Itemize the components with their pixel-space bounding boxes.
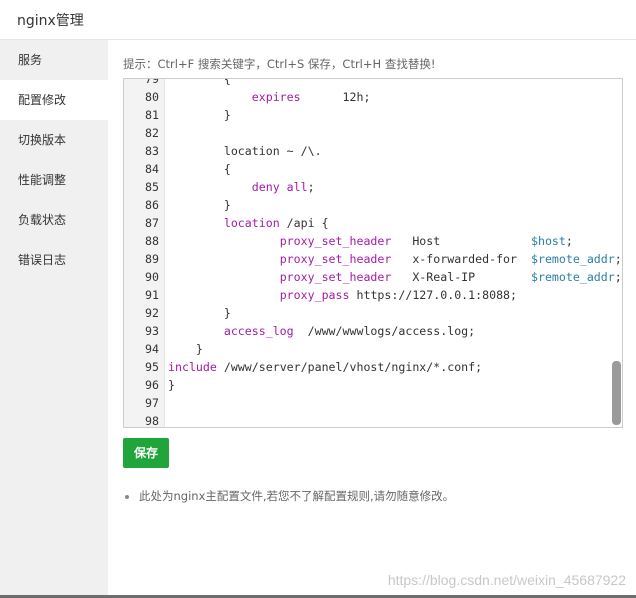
code-line[interactable]: 97 xyxy=(124,394,622,412)
line-number: 88 xyxy=(145,234,159,248)
code-lines[interactable]: 79 {80 expires 12h; 81 } 82 83 location ~ /… xyxy=(124,78,622,428)
line-code: } xyxy=(168,378,175,392)
line-code: proxy_pass https://127.0.0.1:8088; xyxy=(279,288,518,302)
line-code: } xyxy=(168,342,203,356)
window-title: nginx管理 xyxy=(17,13,84,29)
editor-scrollbar[interactable] xyxy=(612,361,621,425)
code-line[interactable]: 85 deny all; xyxy=(124,178,622,196)
code-line[interactable]: 90 proxy_set_header X-Real-IP $remote_ad… xyxy=(124,268,622,286)
code-line[interactable]: 86 } xyxy=(124,196,622,214)
main-panel: 提示：Ctrl+F 搜索关键字，Ctrl+S 保存，Ctrl+H 查找替换! 7… xyxy=(108,40,636,598)
code-line[interactable]: 92 } xyxy=(124,304,622,322)
line-code: expires 12h; xyxy=(251,90,371,104)
line-number: 90 xyxy=(145,270,159,284)
line-number: 91 xyxy=(145,288,159,302)
line-number: 97 xyxy=(145,396,159,410)
line-number: 93 xyxy=(145,324,159,338)
sidebar-item-load-status[interactable]: 负载状态 xyxy=(0,200,108,240)
code-line[interactable]: 82 xyxy=(124,124,622,142)
line-code: { xyxy=(168,78,231,86)
config-note: 此处为nginx主配置文件,若您不了解配置规则,请勿随意修改。 xyxy=(125,488,454,504)
config-note-text: 此处为nginx主配置文件,若您不了解配置规则,请勿随意修改。 xyxy=(139,489,455,503)
line-code: access_log /www/wwwlogs/access.log; xyxy=(223,324,476,338)
sidebar-item-performance[interactable]: 性能调整 xyxy=(0,160,108,200)
sidebar-item-service[interactable]: 服务 xyxy=(0,40,108,80)
code-line[interactable]: 88 proxy_set_header Host $host; xyxy=(124,232,622,250)
code-line[interactable]: 87 location /api { xyxy=(124,214,622,232)
line-number: 98 xyxy=(145,414,159,428)
line-number: 81 xyxy=(145,108,159,122)
code-line[interactable]: 89 proxy_set_header x-forwarded-for $rem… xyxy=(124,250,622,268)
line-number: 85 xyxy=(145,180,159,194)
line-code: include /www/server/panel/vhost/nginx/*.… xyxy=(168,360,483,374)
line-code: location /api { xyxy=(223,216,329,230)
line-code: proxy_set_header x-forwarded-for $remote… xyxy=(279,252,622,266)
editor-tip: 提示：Ctrl+F 搜索关键字，Ctrl+S 保存，Ctrl+H 查找替换! xyxy=(123,57,436,71)
line-number: 86 xyxy=(145,198,159,212)
code-line[interactable]: 79 { xyxy=(124,78,622,88)
code-line[interactable]: 98 xyxy=(124,412,622,428)
line-number: 96 xyxy=(145,378,159,392)
line-code: location ~ /\. xyxy=(168,144,322,158)
save-button[interactable]: 保存 xyxy=(123,438,169,468)
line-number: 83 xyxy=(145,144,159,158)
bullet-icon xyxy=(125,494,129,499)
window-titlebar: nginx管理 xyxy=(0,0,636,40)
line-number: 92 xyxy=(145,306,159,320)
code-editor[interactable]: 79 {80 expires 12h; 81 } 82 83 location ~ /… xyxy=(123,78,623,428)
line-number: 79 xyxy=(145,78,159,86)
line-code: proxy_set_header Host $host; xyxy=(279,234,573,248)
line-code: proxy_set_header X-Real-IP $remote_addr; xyxy=(279,270,622,284)
sidebar-item-error-log[interactable]: 错误日志 xyxy=(0,240,108,280)
line-number: 80 xyxy=(145,90,159,104)
line-code: deny all; xyxy=(251,180,315,194)
code-line[interactable]: 84 { xyxy=(124,160,622,178)
code-line[interactable]: 81 } xyxy=(124,106,622,124)
code-line[interactable]: 95 include /www/server/panel/vhost/nginx/… xyxy=(124,358,622,376)
code-line[interactable]: 83 location ~ /\. xyxy=(124,142,622,160)
code-line[interactable]: 96} xyxy=(124,376,622,394)
sidebar-item-config[interactable]: 配置修改 xyxy=(0,80,108,120)
code-line[interactable]: 93 access_log /www/wwwlogs/access.log; xyxy=(124,322,622,340)
line-code: { xyxy=(168,162,231,176)
line-number: 94 xyxy=(145,342,159,356)
line-number: 87 xyxy=(145,216,159,230)
line-number: 89 xyxy=(145,252,159,266)
sidebar: 服务 配置修改 切换版本 性能调整 负载状态 错误日志 xyxy=(0,40,108,598)
code-line[interactable]: 80 expires 12h; xyxy=(124,88,622,106)
line-number: 82 xyxy=(145,126,159,140)
code-line[interactable]: 94 } xyxy=(124,340,622,358)
line-code: } xyxy=(168,108,231,122)
line-code: } xyxy=(168,198,231,212)
code-line[interactable]: 91 proxy_pass https://127.0.0.1:8088; xyxy=(124,286,622,304)
line-code: } xyxy=(168,306,231,320)
sidebar-item-switch-version[interactable]: 切换版本 xyxy=(0,120,108,160)
line-number: 84 xyxy=(145,162,159,176)
line-number: 95 xyxy=(145,360,159,374)
watermark: https://blog.csdn.net/weixin_45687922 xyxy=(387,572,626,588)
